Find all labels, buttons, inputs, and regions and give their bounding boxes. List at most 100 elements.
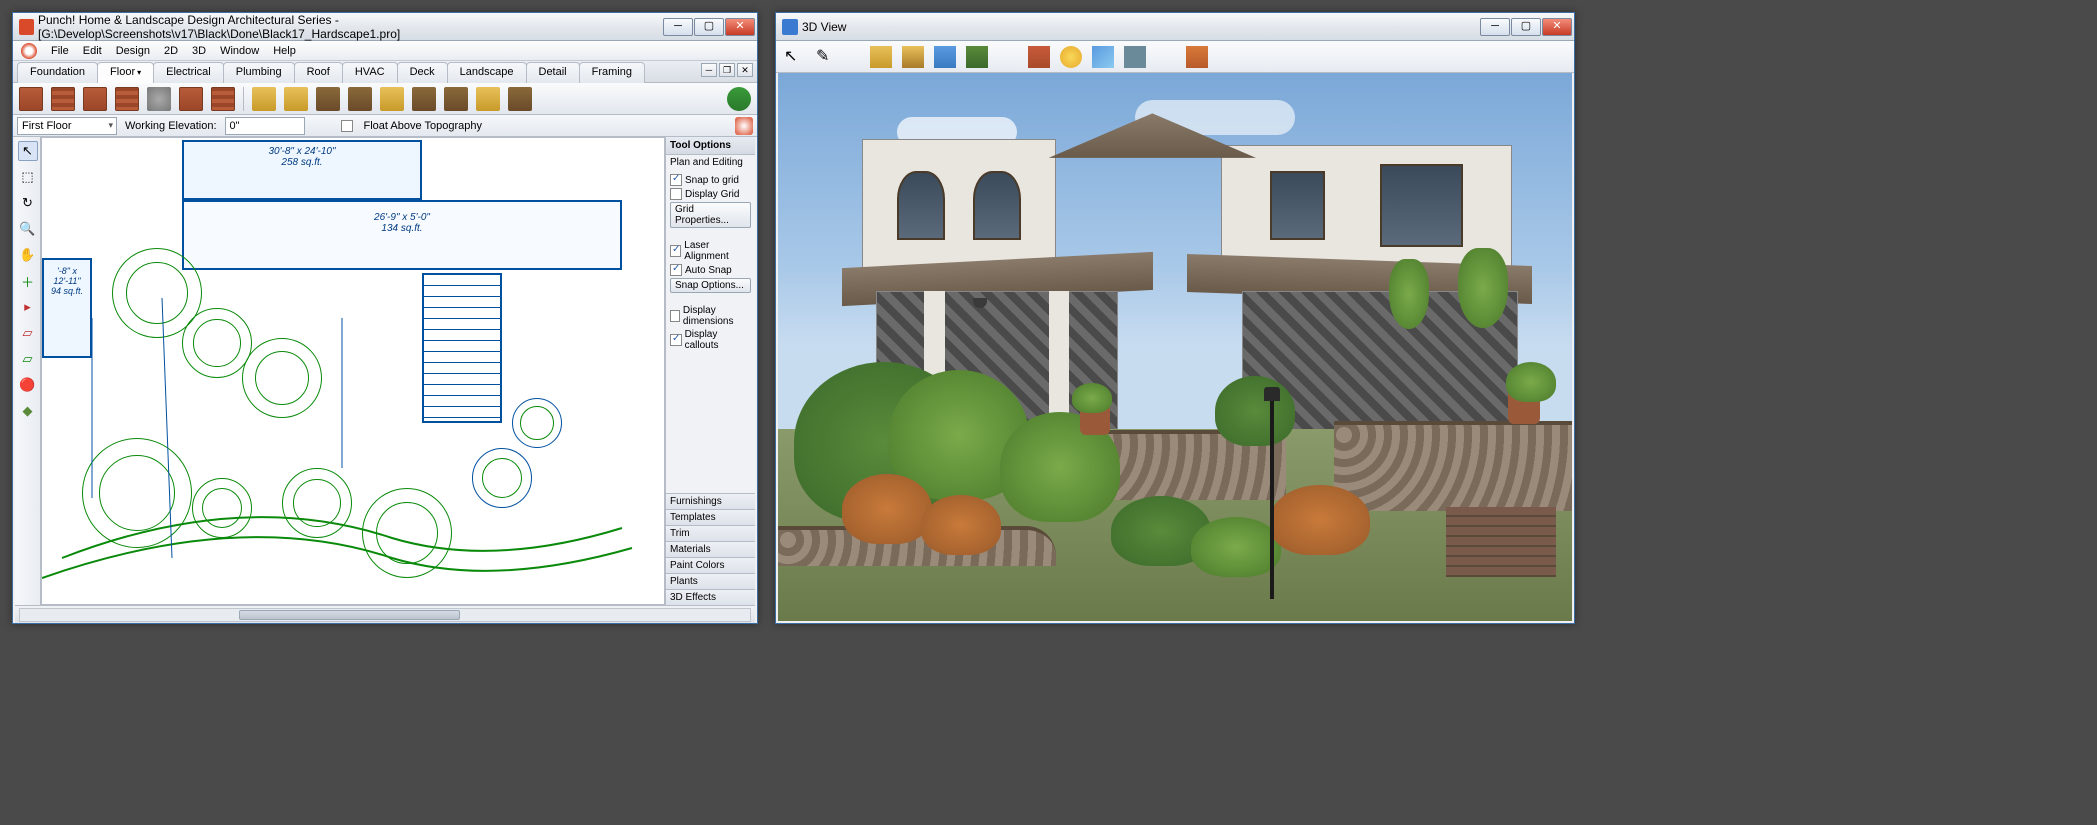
plant-symbol[interactable] xyxy=(472,448,532,508)
plant-symbol[interactable] xyxy=(82,438,192,548)
wall-brick2-icon[interactable] xyxy=(51,87,75,111)
tab-framing[interactable]: Framing xyxy=(579,62,645,83)
cursor-tool-icon[interactable]: ↖ xyxy=(784,46,806,68)
fly-mode-icon[interactable] xyxy=(902,46,924,68)
multi-select-tool[interactable]: ⬚ xyxy=(18,167,38,187)
accordion-plants[interactable]: Plants xyxy=(666,573,755,589)
close-button[interactable]: ✕ xyxy=(725,18,755,36)
column-icon[interactable] xyxy=(147,87,171,111)
wall-brick3-icon[interactable] xyxy=(83,87,107,111)
plant-symbol[interactable] xyxy=(192,478,252,538)
floor-plan-canvas[interactable]: 30'-8" x 24'-10" 258 sq.ft. 26'-9" x 5'-… xyxy=(41,137,665,605)
3d-titlebar[interactable]: 3D View ─ ▢ ✕ xyxy=(776,13,1574,41)
zoom-tool[interactable]: 🔍 xyxy=(18,219,38,239)
measure-tool[interactable]: ▱ xyxy=(18,323,38,343)
sky-icon[interactable] xyxy=(1092,46,1114,68)
main-titlebar[interactable]: Punch! Home & Landscape Design Architect… xyxy=(13,13,757,41)
sun-icon[interactable] xyxy=(1060,46,1082,68)
accordion-3deffects[interactable]: 3D Effects xyxy=(666,589,755,605)
menu-design[interactable]: Design xyxy=(116,45,150,57)
eyedropper-tool[interactable]: ◆ xyxy=(18,401,38,421)
display-dimensions-checkbox[interactable] xyxy=(670,310,680,322)
staircase-symbol[interactable] xyxy=(422,273,502,423)
plant-symbol[interactable] xyxy=(182,308,252,378)
cabinet-icon[interactable] xyxy=(412,87,436,111)
3d-minimize-button[interactable]: ─ xyxy=(1480,18,1510,36)
hand-tool[interactable]: ✋ xyxy=(18,245,38,265)
counter-icon[interactable] xyxy=(444,87,468,111)
menu-2d[interactable]: 2D xyxy=(164,45,178,57)
accordion-templates[interactable]: Templates xyxy=(666,509,755,525)
wand-tool-icon[interactable]: ✎ xyxy=(816,46,838,68)
tab-hvac[interactable]: HVAC xyxy=(342,62,398,83)
accordion-trim[interactable]: Trim xyxy=(666,525,755,541)
plant-symbol[interactable] xyxy=(242,338,322,418)
tab-detail[interactable]: Detail xyxy=(526,62,580,83)
select-tool[interactable]: ↖ xyxy=(18,141,38,161)
app-logo-icon[interactable] xyxy=(21,43,37,59)
punch-logo-icon[interactable] xyxy=(727,87,751,111)
snap-options-button[interactable]: Snap Options... xyxy=(670,278,751,293)
plant-symbol[interactable] xyxy=(512,398,562,448)
accordion-paintcolors[interactable]: Paint Colors xyxy=(666,557,755,573)
plant-symbol[interactable] xyxy=(362,488,452,578)
tab-landscape[interactable]: Landscape xyxy=(447,62,527,83)
snap-to-grid-checkbox[interactable] xyxy=(670,174,682,186)
dimension-tool[interactable]: ▱ xyxy=(18,349,38,369)
grid-properties-button[interactable]: Grid Properties... xyxy=(670,202,751,228)
fireplace-icon[interactable] xyxy=(380,87,404,111)
wall-brick-icon[interactable] xyxy=(19,87,43,111)
3d-viewport[interactable] xyxy=(778,73,1572,621)
3d-close-button[interactable]: ✕ xyxy=(1542,18,1572,36)
orbit-mode-icon[interactable] xyxy=(934,46,956,68)
working-elevation-input[interactable] xyxy=(225,117,305,135)
menu-help[interactable]: Help xyxy=(273,45,296,57)
wall-segment2-icon[interactable] xyxy=(211,87,235,111)
accordion-materials[interactable]: Materials xyxy=(666,541,755,557)
window-icon[interactable] xyxy=(284,87,308,111)
laser-alignment-checkbox[interactable] xyxy=(670,245,681,257)
minimize-button[interactable]: ─ xyxy=(663,18,693,36)
terrain-icon[interactable] xyxy=(966,46,988,68)
shadow-icon[interactable] xyxy=(1124,46,1146,68)
mdi-close-button[interactable]: ✕ xyxy=(737,63,753,77)
tab-plumbing[interactable]: Plumbing xyxy=(223,62,295,83)
tab-electrical[interactable]: Electrical xyxy=(153,62,224,83)
color-tool[interactable]: 🔴 xyxy=(18,375,38,395)
pan-tool[interactable]: ↻ xyxy=(18,193,38,213)
furniture-icon[interactable] xyxy=(508,87,532,111)
3d-maximize-button[interactable]: ▢ xyxy=(1511,18,1541,36)
railing-icon[interactable] xyxy=(348,87,372,111)
lamp-post xyxy=(1270,399,1274,599)
house-render-icon[interactable] xyxy=(1028,46,1050,68)
float-above-checkbox[interactable] xyxy=(341,120,353,132)
door-icon[interactable] xyxy=(252,87,276,111)
auto-snap-checkbox[interactable] xyxy=(670,264,682,276)
menu-3d[interactable]: 3D xyxy=(192,45,206,57)
home-view-icon[interactable] xyxy=(1186,46,1208,68)
wall-segment-icon[interactable] xyxy=(179,87,203,111)
walk-mode-icon[interactable] xyxy=(870,46,892,68)
mdi-minimize-button[interactable]: ─ xyxy=(701,63,717,77)
maximize-button[interactable]: ▢ xyxy=(694,18,724,36)
add-point-tool[interactable]: ＋ xyxy=(18,271,38,291)
punch-badge-icon[interactable] xyxy=(735,117,753,135)
horizontal-scrollbar[interactable] xyxy=(19,608,751,622)
mdi-restore-button[interactable]: ❐ xyxy=(719,63,735,77)
tab-floor[interactable]: Floor▾ xyxy=(97,62,154,83)
remove-point-tool[interactable]: ▸ xyxy=(18,297,38,317)
wall-brick4-icon[interactable] xyxy=(115,87,139,111)
display-grid-checkbox[interactable] xyxy=(670,188,682,200)
accordion-furnishings[interactable]: Furnishings xyxy=(666,493,755,509)
menu-window[interactable]: Window xyxy=(220,45,259,57)
tab-foundation[interactable]: Foundation xyxy=(17,62,98,83)
menu-file[interactable]: File xyxy=(51,45,69,57)
tab-deck[interactable]: Deck xyxy=(397,62,448,83)
floor-selector[interactable]: First Floor xyxy=(17,117,117,135)
stairs-icon[interactable] xyxy=(316,87,340,111)
appliance-icon[interactable] xyxy=(476,87,500,111)
display-callouts-checkbox[interactable] xyxy=(670,334,682,346)
menu-edit[interactable]: Edit xyxy=(83,45,102,57)
tab-roof[interactable]: Roof xyxy=(294,62,343,83)
plant-symbol[interactable] xyxy=(282,468,352,538)
